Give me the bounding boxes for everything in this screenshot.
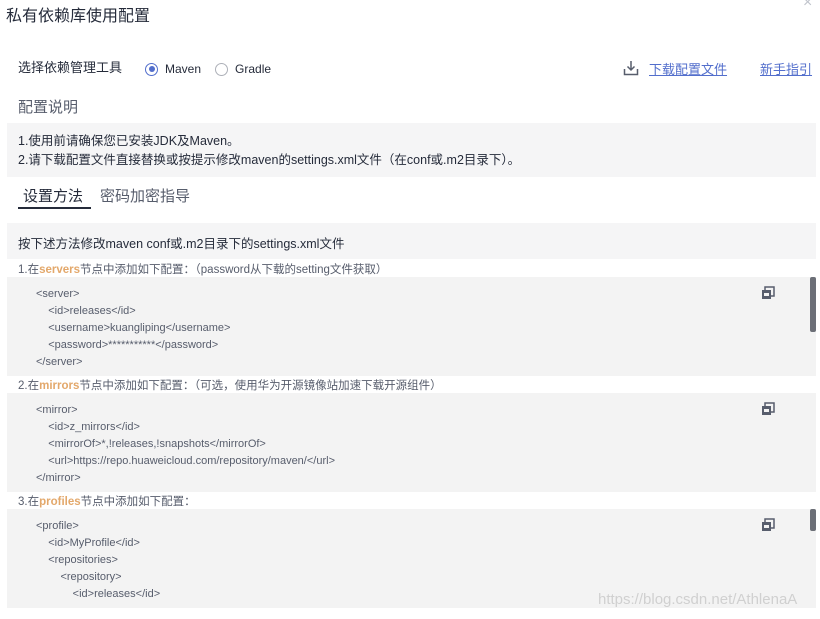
step-3-suffix: 节点中添加如下配置： [80, 496, 196, 508]
radio-maven[interactable]: Maven [145, 62, 201, 76]
watermark: https://blog.csdn.net/AthlenaA [598, 591, 798, 608]
code-line: <profile> [36, 520, 79, 532]
code-line: <url>https://repo.huaweicloud.com/reposi… [36, 455, 335, 467]
tool-label: 选择依赖管理工具 [18, 60, 123, 75]
tab-active-underline [18, 207, 91, 209]
step-3-prefix: 3.在 [18, 496, 40, 508]
step-2-keyword: mirrors [39, 380, 80, 392]
download-icon[interactable] [622, 59, 640, 77]
section-title-config: 配置说明 [18, 99, 79, 116]
close-icon[interactable]: × [803, 0, 812, 12]
code-block-1[interactable]: <server> <id>releases</id> <username>kua… [7, 277, 816, 376]
code-line: <server> [36, 288, 80, 300]
code-scrollbar-thumb[interactable] [810, 509, 816, 531]
code-line: <id>z_mirrors</id> [36, 421, 140, 433]
step-1-keyword: servers [39, 264, 81, 276]
copy-icon[interactable] [761, 402, 775, 416]
step-1-suffix: 节点中添加如下配置：（password从下载的setting文件获取） [80, 264, 388, 276]
download-config-link[interactable]: 下载配置文件 [649, 59, 727, 78]
tool-radio-group: Maven Gradle [145, 62, 285, 76]
code-line: <id>MyProfile</id> [36, 537, 140, 549]
radio-maven-indicator[interactable] [145, 62, 158, 76]
radio-gradle-label: Gradle [235, 62, 272, 76]
copy-icon[interactable] [761, 518, 775, 532]
config-line-2: 2.请下载配置文件直接替换或按提示修改maven的settings.xml文件（… [18, 153, 521, 167]
dialog-title: 私有依赖库使用配置 [6, 8, 151, 25]
guide-link[interactable]: 新手指引 [760, 59, 812, 78]
config-line-1: 1.使用前请确保您已安装JDK及Maven。 [18, 134, 240, 148]
radio-maven-label: Maven [165, 62, 202, 76]
tab-password-encrypt[interactable]: 密码加密指导 [100, 185, 190, 206]
code-line: <mirror> [36, 404, 78, 416]
code-line: </server> [36, 356, 83, 368]
code-line: </mirror> [36, 472, 81, 484]
radio-gradle-indicator[interactable] [215, 62, 229, 76]
step-3-keyword: profiles [39, 496, 81, 508]
config-description: 1.使用前请确保您已安装JDK及Maven。 2.请下载配置文件直接替换或按提示… [7, 123, 816, 177]
code-line: <repository> [36, 571, 122, 583]
step-2-title: 2.在mirrors节点中添加如下配置：（可选，使用华为开源镜像站加速下载开源组… [18, 377, 442, 393]
step-1-prefix: 1.在 [18, 264, 40, 276]
step-3-title: 3.在profiles节点中添加如下配置： [18, 493, 196, 509]
method-description: 按下述方法修改maven conf或.m2目录下的settings.xml文件 [7, 223, 816, 259]
code-block-2[interactable]: <mirror> <id>z_mirrors</id> <mirrorOf>*,… [7, 393, 816, 492]
copy-icon[interactable] [761, 286, 775, 300]
code-line: <password>***********</password> [36, 339, 219, 351]
code-line: <id>releases</id> [36, 305, 136, 317]
step-2-suffix: 节点中添加如下配置：（可选，使用华为开源镜像站加速下载开源组件） [79, 380, 442, 392]
code-line: <repositories> [36, 554, 118, 566]
code-scrollbar-thumb[interactable] [810, 277, 816, 332]
step-2-prefix: 2.在 [18, 380, 40, 392]
code-line: <username>kuangliping</username> [36, 322, 231, 334]
step-1-title: 1.在servers节点中添加如下配置：（password从下载的setting… [18, 261, 387, 277]
radio-gradle[interactable]: Gradle [215, 62, 271, 76]
code-line: <mirrorOf>*,!releases,!snapshots</mirror… [36, 438, 266, 450]
tab-setup-method[interactable]: 设置方法 [23, 185, 83, 206]
